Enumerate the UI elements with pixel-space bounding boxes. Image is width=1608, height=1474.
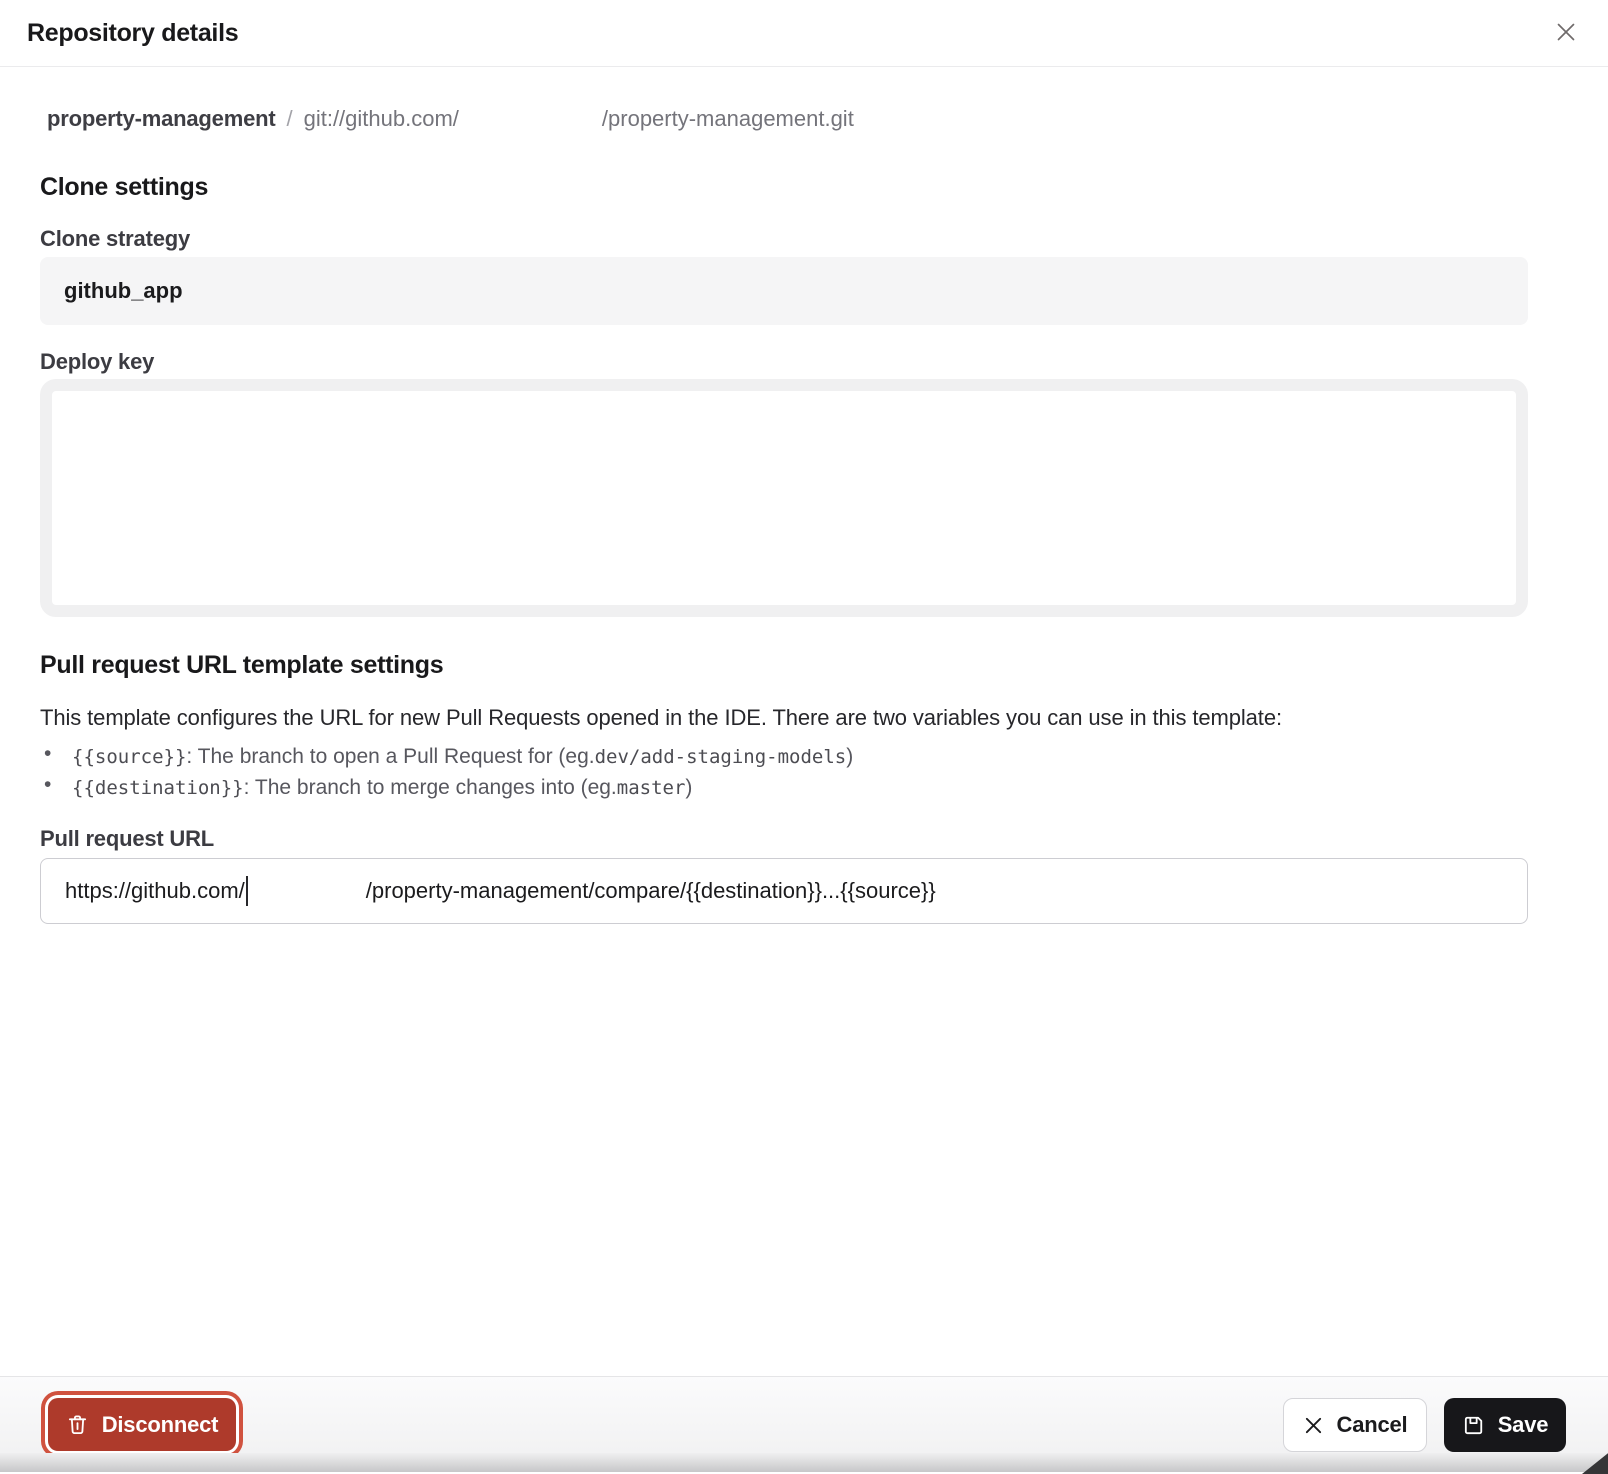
trash-icon [66,1413,89,1436]
save-label: Save [1498,1412,1549,1438]
destination-variable-example: master [617,777,686,799]
source-variable-close: ) [846,745,853,769]
close-button[interactable] [1550,17,1582,49]
cancel-button[interactable]: Cancel [1283,1398,1427,1452]
list-item: {{destination}}: The branch to merge cha… [40,772,853,803]
source-variable-code: {{source}} [72,746,186,768]
redacted-org-gap [248,891,366,892]
remote-url-prefix: git://github.com/ [304,106,459,132]
disconnect-button[interactable]: Disconnect [48,1398,236,1451]
breadcrumb-separator: / [286,106,292,132]
url-value-prefix: https://github.com/ [65,878,245,904]
modal-header: Repository details [0,0,1608,67]
disconnect-label: Disconnect [102,1412,219,1438]
pr-template-variables-list: {{source}}: The branch to open a Pull Re… [40,741,853,803]
remote-url-suffix: /property-management.git [602,106,854,132]
source-variable-example: dev/add-staging-models [595,746,847,768]
url-value-suffix: /property-management/compare/{{destinati… [366,878,936,904]
repo-name: property-management [47,106,275,132]
source-variable-text: : The branch to open a Pull Request for … [186,745,594,769]
clone-strategy-value: github_app [64,278,183,304]
breadcrumb: property-management / git://github.com/ … [47,106,854,132]
clone-settings-heading: Clone settings [40,173,208,202]
save-floppy-icon [1462,1414,1485,1437]
mouse-cursor-artifact [1582,1450,1608,1474]
pr-template-description: This template configures the URL for new… [40,705,1560,731]
deploy-key-textarea[interactable] [40,379,1528,617]
destination-variable-close: ) [685,776,692,800]
destination-variable-text: : The branch to merge changes into (eg. [244,776,617,800]
cancel-label: Cancel [1337,1412,1408,1438]
deploy-key-label: Deploy key [40,349,154,375]
modal-title: Repository details [27,19,238,48]
pull-request-url-input[interactable]: https://github.com/ /property-management… [40,858,1528,924]
pr-template-heading: Pull request URL template settings [40,651,443,680]
pull-request-url-label: Pull request URL [40,826,214,852]
save-button[interactable]: Save [1444,1398,1566,1452]
cancel-x-icon [1303,1415,1324,1436]
clone-strategy-label: Clone strategy [40,226,190,252]
page-bottom-edge [0,1453,1608,1472]
clone-strategy-input[interactable]: github_app [40,257,1528,325]
list-item: {{source}}: The branch to open a Pull Re… [40,741,853,772]
redacted-org-name [459,119,602,120]
destination-variable-code: {{destination}} [72,777,244,799]
close-icon [1555,21,1577,46]
